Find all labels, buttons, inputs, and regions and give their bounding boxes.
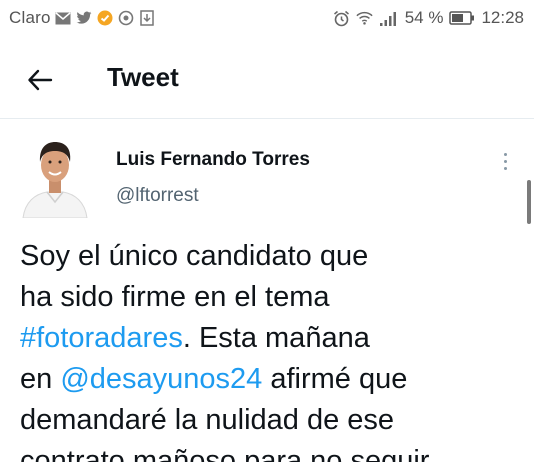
tweet-line: Soy el único candidato que <box>20 236 520 277</box>
camera-icon <box>118 10 135 27</box>
clock: 12:28 <box>481 8 524 27</box>
tweet-text: Soy el único candidato que ha sido firme … <box>20 236 520 462</box>
tweet-text-segment: ha sido firme en el tema <box>20 281 330 313</box>
back-arrow-icon <box>28 69 53 91</box>
tweet-line: contrato mañoso para no seguir <box>20 441 520 462</box>
author-name[interactable]: Luis Fernando Torres <box>116 149 310 171</box>
avatar[interactable] <box>17 132 93 218</box>
tweet-line: #fotoradares. Esta mañana <box>20 318 520 359</box>
alarm-icon <box>333 10 350 27</box>
header-divider <box>0 118 534 119</box>
battery-icon <box>449 10 475 27</box>
app-icon <box>97 10 114 27</box>
page-title: Tweet <box>107 62 179 92</box>
scrollbar[interactable] <box>527 180 531 224</box>
status-bar-right: 54 % 12:28 <box>333 8 524 28</box>
mention-link[interactable]: @desayunos24 <box>60 363 262 395</box>
twitter-icon <box>76 10 93 27</box>
tweet-line: demandaré la nulidad de ese <box>20 400 520 441</box>
status-bar: Claro 54 % 12:28 <box>0 0 534 36</box>
tweet-text-segment: Soy el único candidato que <box>20 240 369 272</box>
carrier-label: Claro <box>9 8 51 27</box>
battery-percent: 54 % <box>404 8 444 27</box>
tweet-text-segment: . Esta mañana <box>182 322 370 354</box>
tweet-text-segment: demandaré la nulidad de ese <box>20 404 395 436</box>
hashtag-link[interactable]: #fotoradares <box>20 322 183 354</box>
tweet-text-segment: afirmé que <box>262 363 408 395</box>
back-button[interactable] <box>22 62 58 98</box>
app-header: Tweet <box>0 46 534 112</box>
tweet-line: en @desayunos24 afirmé que <box>20 359 520 400</box>
wifi-icon <box>356 10 373 27</box>
status-bar-left: Claro <box>9 8 156 28</box>
tweet-text-segment: en <box>20 363 61 395</box>
author-handle[interactable]: @lftorrest <box>116 185 199 207</box>
more-options-icon[interactable] <box>494 148 516 174</box>
download-icon <box>139 10 156 27</box>
mail-icon <box>55 10 72 27</box>
tweet-line: ha sido firme en el tema <box>20 277 520 318</box>
signal-icon <box>379 10 399 27</box>
tweet-text-segment: contrato mañoso para no seguir <box>20 445 430 462</box>
